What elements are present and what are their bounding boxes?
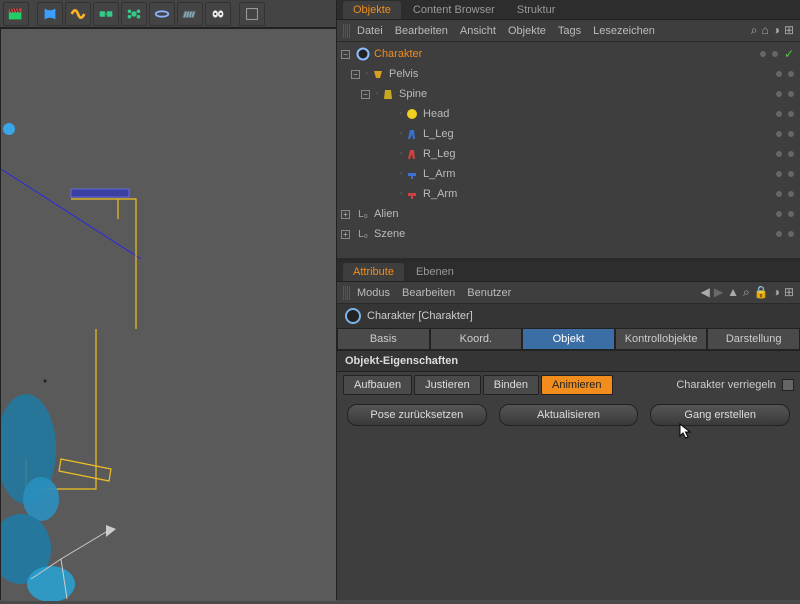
section-label: Objekt-Eigenschaften [337, 350, 800, 372]
tool-misc[interactable] [239, 2, 265, 26]
expander-icon[interactable]: + [341, 210, 350, 219]
subtab-binden[interactable]: Binden [483, 375, 539, 395]
tab-kontrollobjekte[interactable]: Kontrollobjekte [615, 328, 708, 350]
viewport-canvas[interactable] [1, 29, 337, 601]
object-hierarchy: − Charakter ✓ − · Pelvis − · Spine · Hea… [337, 42, 800, 250]
leg-icon [405, 147, 419, 161]
tool-cloth[interactable] [37, 2, 63, 26]
home-icon[interactable]: ⌂ [761, 23, 768, 38]
tree-item-spine[interactable]: − · Spine [337, 84, 800, 104]
tree-item-r-arm[interactable]: · R_Arm [337, 184, 800, 204]
leg-icon [405, 127, 419, 141]
tab-struktur[interactable]: Struktur [507, 1, 566, 19]
lock-character-checkbox[interactable] [782, 379, 794, 391]
menu-benutzer[interactable]: Benutzer [467, 287, 511, 299]
object-name-label: Charakter [Charakter] [367, 310, 473, 322]
tool-connector[interactable] [93, 2, 119, 26]
menu-lesezeichen[interactable]: Lesezeichen [593, 25, 655, 37]
attribute-panel-tabs: Attribute Ebenen [337, 262, 800, 282]
spine-icon [381, 87, 395, 101]
menu-tags[interactable]: Tags [558, 25, 581, 37]
null-icon: L₀ [356, 207, 370, 221]
expander-icon[interactable]: − [351, 70, 360, 79]
lock-icon[interactable]: 🔒 [754, 285, 769, 300]
expand-icon[interactable]: ⊞ [784, 23, 794, 38]
arm-icon [405, 187, 419, 201]
expander-icon[interactable]: + [341, 230, 350, 239]
arm-icon [405, 167, 419, 181]
tree-item-pelvis[interactable]: − · Pelvis [337, 64, 800, 84]
null-icon: L₀ [356, 227, 370, 241]
tab-objekte[interactable]: Objekte [343, 1, 401, 19]
menu-modus[interactable]: Modus [357, 287, 390, 299]
right-panel: Objekte Content Browser Struktur Datei B… [336, 0, 800, 600]
attribute-menubar: Modus Bearbeiten Benutzer ◀ ▶ ▲ ⌕ 🔒 ◑ ⊞ [337, 282, 800, 304]
tree-item-alien[interactable]: + L₀ Alien [337, 204, 800, 224]
tree-item-l-leg[interactable]: · L_Leg [337, 124, 800, 144]
tab-basis[interactable]: Basis [337, 328, 430, 350]
tree-item-charakter[interactable]: − Charakter ✓ [337, 44, 800, 64]
character-icon [345, 308, 361, 324]
create-walk-button[interactable]: Gang erstellen [650, 404, 790, 426]
subtab-justieren[interactable]: Justieren [414, 375, 481, 395]
tool-eyes[interactable] [205, 2, 231, 26]
eye-icon[interactable]: ◑ [773, 285, 780, 300]
tool-rope[interactable] [65, 2, 91, 26]
tool-cluster[interactable] [121, 2, 147, 26]
object-panel-tabs: Objekte Content Browser Struktur [337, 0, 800, 20]
menu-ansicht[interactable]: Ansicht [460, 25, 496, 37]
subtab-aufbauen[interactable]: Aufbauen [343, 375, 412, 395]
head-icon [405, 107, 419, 121]
search-icon[interactable]: ⌕ [751, 23, 758, 38]
viewport-3d[interactable] [0, 28, 336, 600]
check-icon: ✓ [784, 47, 794, 61]
update-button[interactable]: Aktualisieren [499, 404, 639, 426]
menu-bearbeiten2[interactable]: Bearbeiten [402, 287, 455, 299]
eye-icon[interactable]: ◑ [773, 23, 780, 38]
tree-item-szene[interactable]: + L₀ Szene [337, 224, 800, 244]
object-header: Charakter [Charakter] [337, 304, 800, 328]
nav-fwd-icon[interactable]: ▶ [714, 285, 723, 300]
menu-bearbeiten[interactable]: Bearbeiten [395, 25, 448, 37]
mode-tabs: Basis Koord. Objekt Kontrollobjekte Dars… [337, 328, 800, 350]
action-buttons: Pose zurücksetzen Aktualisieren Gang ers… [337, 398, 800, 432]
tool-floor[interactable] [177, 2, 203, 26]
tool-spring[interactable] [149, 2, 175, 26]
sub-tabs: Aufbauen Justieren Binden Animieren Char… [337, 372, 800, 398]
pelvis-icon [371, 67, 385, 81]
tree-item-r-leg[interactable]: · R_Leg [337, 144, 800, 164]
expand-icon[interactable]: ⊞ [784, 285, 794, 300]
expander-icon[interactable]: − [341, 50, 350, 59]
tree-item-l-arm[interactable]: · L_Arm [337, 164, 800, 184]
nav-back-icon[interactable]: ◀ [701, 285, 710, 300]
menubar-grip[interactable] [343, 24, 351, 38]
tab-content-browser[interactable]: Content Browser [403, 1, 505, 19]
reset-pose-button[interactable]: Pose zurücksetzen [347, 404, 487, 426]
expander-icon[interactable]: − [361, 90, 370, 99]
tree-item-head[interactable]: · Head [337, 104, 800, 124]
tab-ebenen[interactable]: Ebenen [406, 263, 464, 281]
menu-datei[interactable]: Datei [357, 25, 383, 37]
lock-character-label: Charakter verriegeln [676, 379, 776, 391]
menu-objekte[interactable]: Objekte [508, 25, 546, 37]
subtab-animieren[interactable]: Animieren [541, 375, 613, 395]
tab-attribute[interactable]: Attribute [343, 263, 404, 281]
nav-up-icon[interactable]: ▲ [727, 285, 739, 300]
object-menubar: Datei Bearbeiten Ansicht Objekte Tags Le… [337, 20, 800, 42]
tab-objekt[interactable]: Objekt [522, 328, 615, 350]
tool-clapper[interactable] [3, 2, 29, 26]
tab-koord[interactable]: Koord. [430, 328, 523, 350]
search-icon[interactable]: ⌕ [743, 285, 750, 300]
tab-darstellung[interactable]: Darstellung [707, 328, 800, 350]
menubar-grip[interactable] [343, 286, 351, 300]
character-icon [356, 47, 370, 61]
